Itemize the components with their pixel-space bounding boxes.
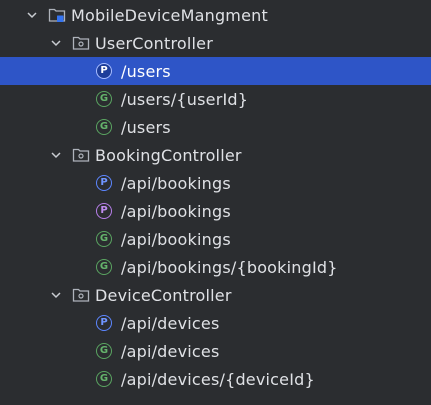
endpoint-row[interactable]: G /api/bookings: [0, 225, 431, 253]
get-method-icon: G: [96, 259, 112, 275]
endpoint-path: /api/devices/{deviceId}: [121, 369, 315, 389]
endpoint-row[interactable]: P /users: [0, 57, 431, 85]
post-method-icon: P: [96, 315, 112, 331]
endpoint-row[interactable]: G /users: [0, 113, 431, 141]
endpoint-row[interactable]: P /api/bookings: [0, 169, 431, 197]
endpoint-path: /api/devices: [121, 341, 220, 361]
module-folder-icon: [48, 6, 66, 24]
controller-folder-icon: [72, 34, 90, 52]
chevron-down-icon[interactable]: [50, 37, 62, 49]
chevron-down-icon[interactable]: [50, 149, 62, 161]
tree-node-label: DeviceController: [95, 285, 232, 305]
endpoint-path: /api/bookings: [121, 173, 231, 193]
endpoint-path: /api/devices: [121, 313, 220, 333]
tree-node-devicecontroller[interactable]: DeviceController: [0, 281, 431, 309]
endpoint-path: /users: [121, 61, 171, 81]
endpoint-row[interactable]: G /users/{userId}: [0, 85, 431, 113]
endpoint-tree: MobileDeviceMangment UserController P /u…: [0, 0, 431, 405]
tree-node-bookingcontroller[interactable]: BookingController: [0, 141, 431, 169]
chevron-down-icon[interactable]: [50, 289, 62, 301]
endpoint-row[interactable]: P /api/devices: [0, 309, 431, 337]
put-method-icon: P: [96, 203, 112, 219]
controller-folder-icon: [72, 286, 90, 304]
tree-node-usercontroller[interactable]: UserController: [0, 29, 431, 57]
controller-folder-icon: [72, 146, 90, 164]
post-method-icon: P: [96, 63, 112, 79]
tree-node-label: BookingController: [95, 145, 242, 165]
tree-node-label: UserController: [95, 33, 213, 53]
get-method-icon: G: [96, 231, 112, 247]
endpoint-path: /users: [121, 117, 171, 137]
post-method-icon: P: [96, 175, 112, 191]
tree-node-root[interactable]: MobileDeviceMangment: [0, 1, 431, 29]
endpoint-row[interactable]: P /api/bookings: [0, 197, 431, 225]
endpoint-row[interactable]: G /api/devices: [0, 337, 431, 365]
chevron-down-icon[interactable]: [26, 9, 38, 21]
endpoint-row[interactable]: G /api/devices/{deviceId}: [0, 365, 431, 393]
get-method-icon: G: [96, 371, 112, 387]
get-method-icon: G: [96, 343, 112, 359]
endpoint-row[interactable]: G /api/bookings/{bookingId}: [0, 253, 431, 281]
endpoint-path: /api/bookings: [121, 229, 231, 249]
endpoint-path: /api/bookings/{bookingId}: [121, 257, 338, 277]
endpoint-path: /api/bookings: [121, 201, 231, 221]
get-method-icon: G: [96, 119, 112, 135]
get-method-icon: G: [96, 91, 112, 107]
endpoint-path: /users/{userId}: [121, 89, 249, 109]
tree-node-label: MobileDeviceMangment: [71, 5, 268, 25]
